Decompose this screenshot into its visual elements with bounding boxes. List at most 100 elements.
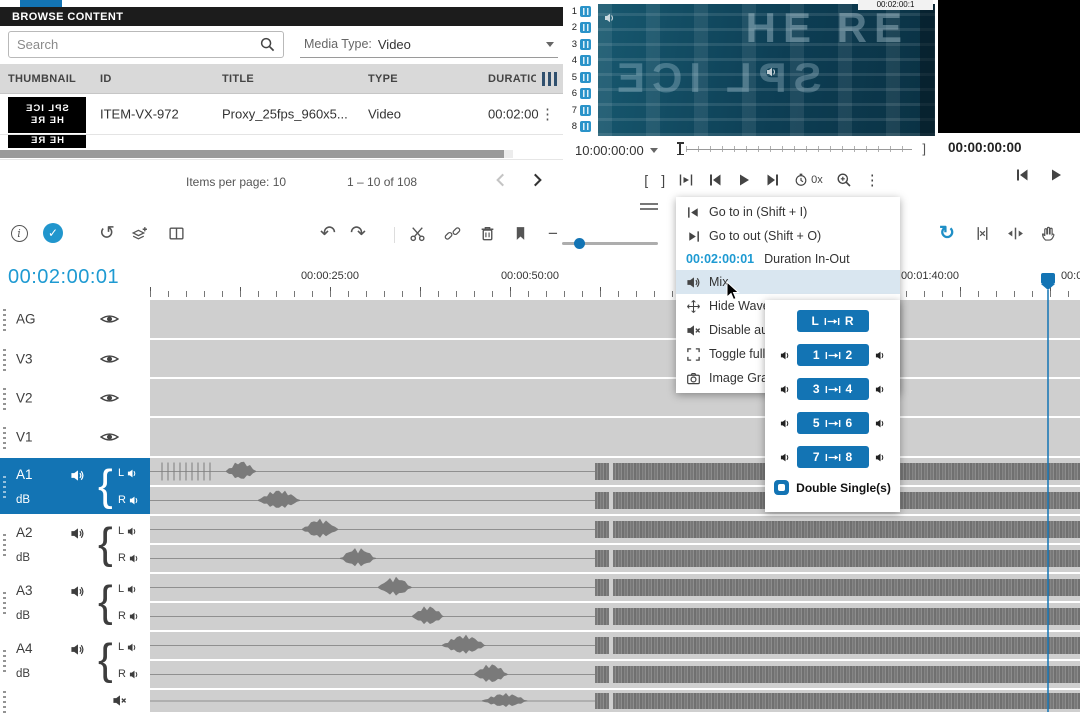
next-page-icon[interactable] (528, 171, 546, 189)
active-panel-tab[interactable] (20, 0, 62, 7)
track-header-a3[interactable]: A3 dB { L R (0, 574, 150, 630)
audio-channel-toggle-2[interactable]: 2 (569, 21, 597, 34)
timeline-lane-a3-l[interactable] (150, 574, 1080, 601)
speaker-icon[interactable] (70, 526, 85, 541)
channel-left[interactable]: L (118, 525, 138, 537)
playhead[interactable] (1041, 273, 1055, 284)
muted-speaker-icon[interactable] (112, 693, 127, 708)
add-track-button[interactable] (127, 220, 151, 246)
mark-out-button[interactable]: ] (661, 172, 665, 188)
media-type-select[interactable]: Media Type: Video (300, 31, 558, 58)
timeline-lane-partial[interactable] (150, 690, 1080, 712)
audio-channel-toggle-6[interactable]: 6 (569, 87, 597, 100)
track-header-ag[interactable]: AG (0, 300, 150, 338)
razor-tool-button[interactable] (970, 220, 994, 246)
scrub-track[interactable] (686, 146, 912, 152)
col-duration[interactable]: DURATION (480, 73, 536, 85)
search-icon[interactable] (260, 37, 275, 52)
timeline-lane-a2-r[interactable] (150, 545, 1080, 572)
channel-right[interactable]: R (118, 610, 140, 622)
channel-left[interactable]: L (118, 467, 138, 479)
media-thumbnail[interactable]: SPL ICE HE RE (8, 97, 86, 133)
visibility-eye-icon[interactable] (100, 391, 119, 404)
chevron-down-icon[interactable] (546, 42, 554, 47)
drag-handle-icon[interactable] (3, 425, 6, 449)
route-5-6-button[interactable]: 5 6 (797, 412, 869, 434)
record-player-viewport[interactable] (938, 0, 1080, 133)
drag-handle-icon[interactable] (3, 590, 6, 614)
channel-left[interactable]: L (118, 583, 138, 595)
db-label[interactable]: dB (16, 668, 30, 680)
track-header-partial[interactable] (0, 690, 150, 712)
row-menu-icon[interactable]: ⋮ (540, 105, 555, 123)
next-frame-button[interactable] (765, 172, 781, 188)
media-type-value[interactable]: Video (378, 37, 540, 52)
audio-channel-toggle-8[interactable]: 8 (569, 120, 597, 133)
player-menu-icon[interactable]: ⋮ (865, 171, 880, 189)
route-1-2-button[interactable]: 1 2 (797, 344, 869, 366)
audio-channel-toggle-5[interactable]: 5 (569, 71, 597, 84)
scrollbar-thumb[interactable] (0, 150, 504, 158)
track-header-a4[interactable]: A4 dB { L R (0, 632, 150, 688)
timeline-lane-v2[interactable] (150, 379, 1080, 416)
speaker-icon[interactable] (70, 468, 85, 483)
visibility-eye-icon[interactable] (100, 352, 119, 365)
timeline-lane-a1-r[interactable] (150, 487, 1080, 514)
drag-handle-icon[interactable] (3, 532, 6, 556)
drag-handle-icon[interactable] (3, 648, 6, 672)
drag-handle-icon[interactable] (3, 307, 6, 331)
col-id[interactable]: ID (92, 73, 214, 85)
visibility-eye-icon[interactable] (100, 431, 119, 444)
timeline-lane-v3[interactable] (150, 340, 1080, 377)
previous-frame-button[interactable] (1014, 167, 1030, 183)
menu-item-go-to-out[interactable]: Go to out (Shift + O) (676, 224, 900, 248)
visibility-eye-icon[interactable] (100, 313, 119, 326)
info-button[interactable]: i (7, 220, 31, 246)
channel-right[interactable]: R (118, 668, 140, 680)
search-input[interactable] (9, 37, 260, 52)
audio-channel-toggle-7[interactable]: 7 (569, 104, 597, 117)
playhead-pointer[interactable] (1041, 284, 1055, 290)
table-row[interactable]: SPL ICE HE RE ITEM-VX-972 Proxy_25fps_96… (0, 94, 563, 135)
channel-left[interactable]: L (118, 641, 138, 653)
source-scrubber[interactable]: ] (674, 141, 928, 157)
speaker-icon[interactable] (70, 584, 85, 599)
playback-speed[interactable]: 0x (794, 173, 823, 187)
split-view-button[interactable] (164, 220, 188, 246)
channel-right[interactable]: R (118, 552, 140, 564)
speaker-icon[interactable] (70, 642, 85, 657)
zoom-button[interactable] (836, 172, 852, 188)
play-button[interactable] (1048, 167, 1064, 183)
route-3-4-button[interactable]: 3 4 (797, 378, 869, 400)
db-label[interactable]: dB (16, 610, 30, 622)
source-player-viewport[interactable]: HE RE SPL ICE (598, 4, 935, 136)
search-box[interactable] (8, 31, 284, 58)
drag-handle-icon[interactable] (3, 474, 6, 498)
audio-channel-toggle-4[interactable]: 4 (569, 54, 597, 67)
audio-channel-toggle-1[interactable]: 1 (569, 5, 597, 18)
render-refresh-button[interactable]: ↻ (935, 220, 959, 246)
double-singles-option[interactable]: Double Single(s) (774, 480, 891, 495)
timeline-lane-a1-l[interactable] (150, 458, 1080, 485)
col-thumbnail[interactable]: THUMBNAIL (0, 73, 92, 85)
drag-handle-icon[interactable] (3, 386, 6, 410)
chevron-down-icon[interactable] (650, 148, 658, 153)
unlink-button[interactable] (440, 220, 464, 246)
horizontal-scrollbar[interactable] (0, 150, 513, 158)
undo-button[interactable]: ↶ (316, 220, 340, 246)
menu-item-go-to-in[interactable]: Go to in (Shift + I) (676, 200, 900, 224)
source-timecode-control[interactable]: 10:00:00:00 (575, 141, 658, 159)
channel-right[interactable]: R (118, 494, 140, 506)
track-header-v1[interactable]: V1 (0, 418, 150, 456)
audio-channel-toggle-3[interactable]: 3 (569, 38, 597, 51)
media-thumbnail-partial[interactable]: HE RE (8, 135, 86, 148)
items-per-page[interactable]: Items per page: 10 (186, 175, 286, 189)
timeline-lane-v1[interactable] (150, 418, 1080, 456)
zoom-slider-knob[interactable] (574, 238, 585, 249)
column-settings-icon[interactable] (542, 72, 557, 86)
pan-tool-button[interactable] (1036, 220, 1060, 246)
drag-handle-icon[interactable] (3, 689, 6, 713)
timeline-lane-a4-r[interactable] (150, 661, 1080, 688)
timeline-ruler[interactable]: 00:00:25:00 00:00:50:00 00:01:15:00 00:0… (150, 262, 1080, 300)
timeline-zoom-slider[interactable] (562, 242, 658, 245)
